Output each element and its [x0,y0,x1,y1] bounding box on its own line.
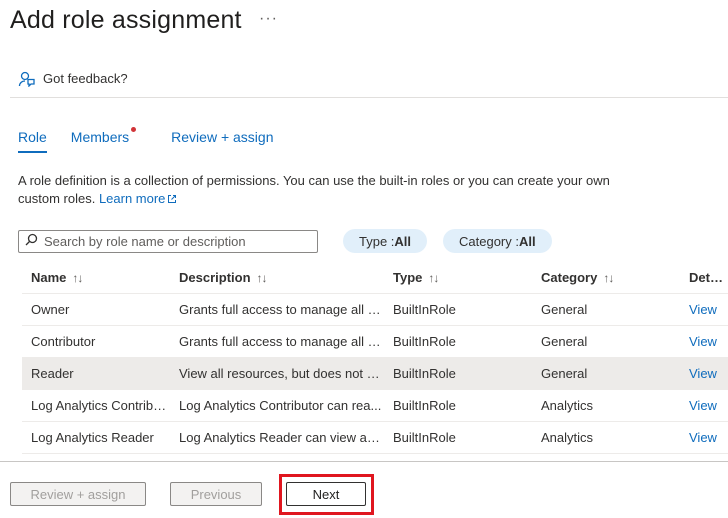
tab-role[interactable]: Role [18,129,47,153]
cell-name: Owner [31,302,70,317]
cell-category: Analytics [541,430,594,445]
external-link-icon [165,191,177,206]
more-options-icon[interactable]: ··· [259,10,278,28]
page-title: Add role assignment [10,6,242,34]
cell-description: Log Analytics Reader can view an... [179,430,384,445]
cell-description: View all resources, but does not al... [179,366,384,381]
tab-members[interactable]: Members [70,127,137,153]
cell-description: Grants full access to manage all re... [179,334,384,349]
column-header-type[interactable]: Type ↑↓ [384,270,532,285]
view-details-link[interactable]: View [680,430,728,445]
type-filter-value: All [394,233,412,249]
view-details-link[interactable]: View [680,302,728,317]
search-input[interactable] [44,234,314,249]
learn-more-link[interactable]: Learn more [99,191,177,206]
tab-review-assign[interactable]: Review + assign [171,129,273,153]
cell-name: Contributor [31,334,96,349]
sort-icon: ↑↓ [72,271,83,285]
cell-description: Grants full access to manage all re... [179,302,384,317]
sort-icon: ↑↓ [603,271,614,285]
role-search-box[interactable] [18,230,318,253]
tab-members-label: Members [70,129,130,145]
cell-description: Log Analytics Contributor can rea... [179,398,382,413]
header-divider [10,97,728,98]
table-row[interactable]: Log Analytics Contribu... Log Analytics … [22,390,728,422]
feedback-label: Got feedback? [43,71,128,86]
required-dot-icon [131,127,137,132]
cell-category: General [541,366,588,381]
sort-icon: ↑↓ [428,271,439,285]
cell-category: General [541,302,588,317]
sort-icon: ↑↓ [256,271,268,285]
table-header: Name ↑↓ Description ↑↓ Type ↑↓ Category ↑↓ D… [22,262,728,294]
cell-type: BuiltInRole [393,398,456,413]
category-filter-pill[interactable]: Category : All [443,229,552,253]
cell-category: General [541,334,588,349]
tab-bar: Role Members Review + assign [18,127,273,153]
column-header-name[interactable]: Name ↑↓ [22,270,170,285]
cell-type: BuiltInRole [393,366,456,381]
cell-type: BuiltInRole [393,430,456,445]
roles-table: Name ↑↓ Description ↑↓ Type ↑↓ Category ↑↓ D… [22,262,728,454]
cell-type: BuiltInRole [393,302,456,317]
type-filter-label: Type : [359,233,395,249]
type-filter-pill[interactable]: Type : All [343,229,428,253]
view-details-link[interactable]: View [680,398,728,413]
review-assign-button[interactable]: Review + assign [10,482,146,506]
table-row[interactable]: Contributor Grants full access to manage… [22,326,728,358]
previous-button[interactable]: Previous [170,482,262,506]
feedback-icon [18,70,35,87]
cell-category: Analytics [541,398,594,413]
table-row[interactable]: Owner Grants full access to manage all r… [22,294,728,326]
footer-divider [0,461,728,462]
cell-name: Log Analytics Contribu... [31,398,170,413]
search-icon [25,233,38,251]
view-details-link[interactable]: View [680,334,728,349]
column-header-category[interactable]: Category ↑↓ [532,270,680,285]
column-header-description[interactable]: Description ↑↓ [170,270,384,285]
column-header-details: Details [689,270,728,285]
next-button[interactable]: Next [286,482,366,506]
cell-name: Log Analytics Reader [31,430,154,445]
cell-type: BuiltInRole [393,334,456,349]
view-details-link[interactable]: View [680,366,728,381]
feedback-link[interactable]: Got feedback? [18,70,128,87]
role-description: A role definition is a collection of per… [18,172,638,208]
table-row-selected[interactable]: Reader View all resources, but does not … [22,358,728,390]
table-row[interactable]: Log Analytics Reader Log Analytics Reade… [22,422,728,454]
category-filter-label: Category : [459,233,519,249]
cell-name: Reader [31,366,74,381]
category-filter-value: All [518,233,536,249]
